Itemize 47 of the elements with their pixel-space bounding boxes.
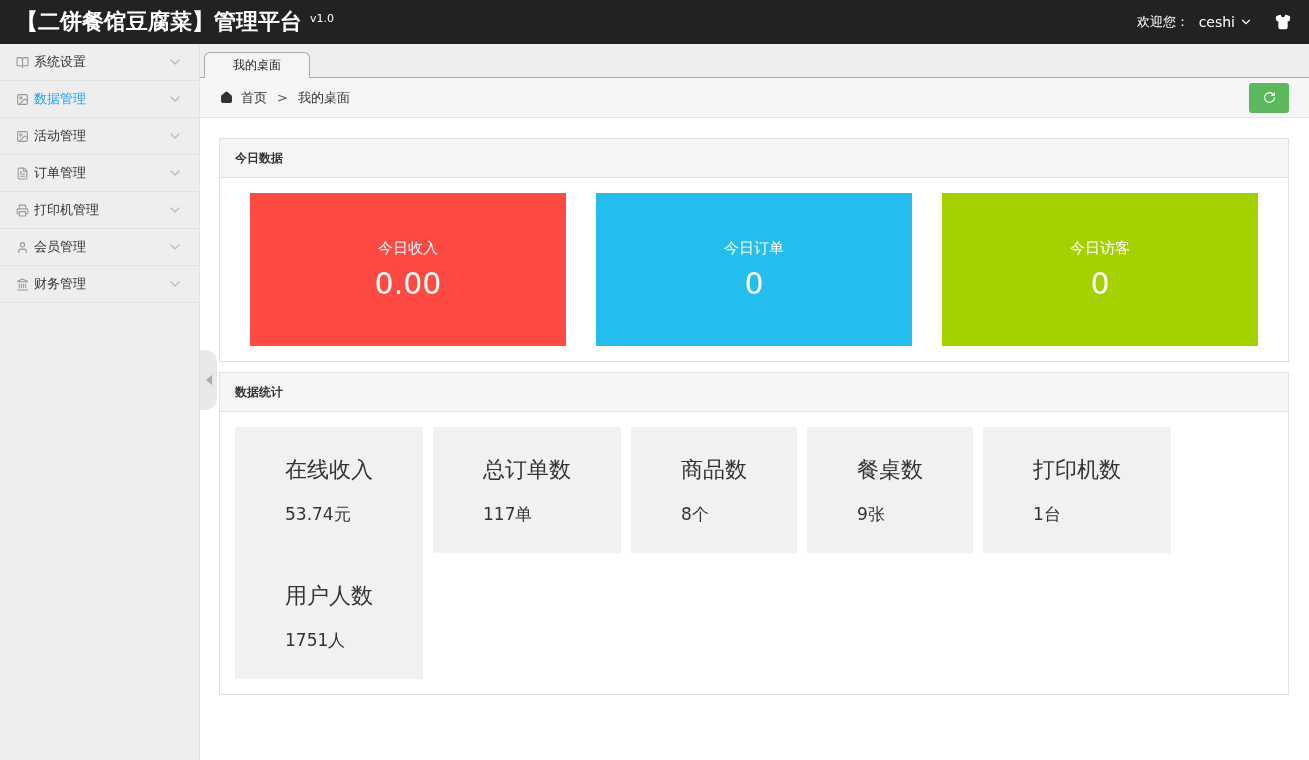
separator-icon: >: [277, 90, 288, 105]
list-icon: [16, 166, 29, 180]
user-menu[interactable]: ceshi: [1198, 14, 1253, 30]
stat-label: 打印机数: [1033, 456, 1121, 484]
breadcrumb-link[interactable]: 首页: [241, 88, 267, 107]
caret-left-icon: [205, 375, 212, 385]
shirt-icon[interactable]: [1275, 14, 1291, 30]
stat-value: 1751人: [285, 629, 347, 652]
image-icon: [16, 92, 29, 106]
breadcrumb-link[interactable]: 我的桌面: [297, 88, 350, 107]
stat-label: 总订单数: [483, 456, 571, 484]
sidebar-item[interactable]: 订单管理: [0, 155, 199, 192]
bank-icon: [16, 277, 29, 291]
collapse-handle[interactable]: [200, 350, 217, 410]
metric-value: 0: [1090, 265, 1110, 301]
stat-label: 用户人数: [285, 582, 373, 610]
stat-value: 1台: [1033, 503, 1062, 526]
stat-value: 53.74元: [285, 503, 352, 526]
metric-label: 今日收入: [378, 238, 438, 258]
metric-value: 0: [744, 265, 764, 301]
sidebar-item[interactable]: 活动管理: [0, 118, 199, 155]
metric-label: 今日订单: [724, 238, 784, 258]
sidebar-item[interactable]: 财务管理: [0, 266, 199, 303]
home-icon: [220, 91, 233, 104]
stat-value: 9张: [857, 503, 886, 526]
refresh-icon: [1262, 91, 1276, 104]
stat-label: 商品数: [681, 456, 747, 484]
version-label: v1.0: [310, 11, 334, 25]
book-icon: [16, 55, 29, 69]
metric-label: 今日访客: [1070, 238, 1130, 258]
stat-label: 在线收入: [285, 456, 373, 484]
sidebar-item[interactable]: 打印机管理: [0, 192, 199, 229]
stat-value: 117单: [483, 503, 534, 526]
welcome-text: 欢迎您：: [1136, 13, 1189, 31]
stat-label: 餐桌数: [857, 456, 923, 484]
sidebar-item[interactable]: 系统设置: [0, 44, 199, 81]
stat-value: 8个: [681, 503, 710, 526]
tab[interactable]: 我的桌面: [204, 52, 310, 78]
refresh-button[interactable]: [1249, 82, 1289, 113]
metric-value: 0.00: [374, 265, 442, 301]
sidebar-item[interactable]: 会员管理: [0, 229, 199, 266]
app-title: 【二饼餐馆豆腐菜】管理平台: [16, 8, 302, 36]
printer-icon: [16, 203, 29, 217]
panel-title: 今日数据: [220, 139, 1288, 178]
panel-title: 数据统计: [220, 373, 1288, 412]
user-icon: [16, 240, 29, 254]
image-icon: [16, 129, 29, 143]
